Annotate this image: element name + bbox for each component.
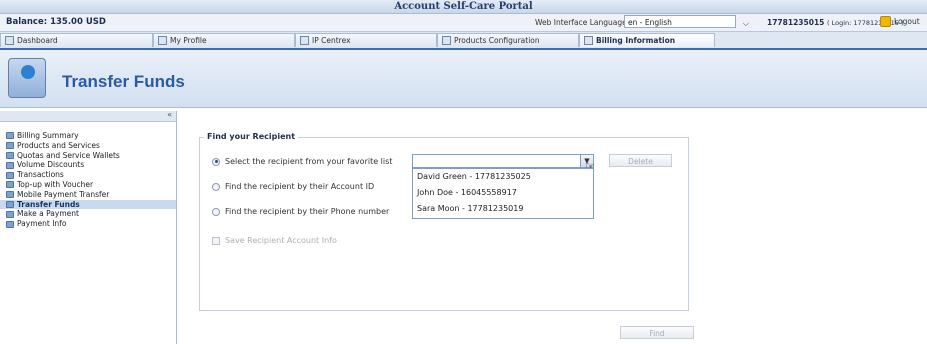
sidebar-item-billing-summary[interactable]: Billing Summary [6, 131, 174, 141]
profile-icon [158, 36, 167, 45]
sidebar-collapse-bar: « [0, 110, 176, 122]
sidebar-item-label: Top-up with Voucher [17, 179, 94, 189]
recipient-dropdown-list: David Green - 17781235025 John Doe - 160… [412, 168, 594, 219]
delete-button[interactable]: Delete [609, 154, 672, 167]
products-config-icon [442, 36, 451, 45]
option-label: Find the recipient by their Account ID [225, 182, 375, 191]
sidebar-item-label: Transfer Funds [17, 199, 80, 209]
save-recipient-label: Save Recipient Account Info [225, 236, 337, 245]
option-phone-number[interactable]: Find the recipient by their Phone number [212, 207, 389, 216]
option-account-id[interactable]: Find the recipient by their Account ID [212, 182, 374, 191]
sidebar-item-payment-info[interactable]: Payment Info [6, 219, 174, 229]
dashboard-icon [5, 36, 14, 45]
recipient-combo[interactable]: ▼ [412, 154, 594, 168]
sidebar-item-transfer-funds[interactable]: Transfer Funds [0, 199, 176, 210]
find-button[interactable]: Find [620, 326, 694, 339]
tab-ip-centrex[interactable]: IP Centrex [295, 33, 437, 47]
tab-products-configuration[interactable]: Products Configuration [437, 33, 579, 47]
language-select[interactable]: en - English ⌵ [624, 15, 749, 28]
balance-text: Balance: 135.00 USD [6, 17, 106, 27]
sidebar-item-quotas[interactable]: Quotas and Service Wallets [6, 151, 174, 161]
collapse-icon[interactable]: « [167, 110, 172, 119]
dropdown-item[interactable]: David Green - 17781235025 [413, 169, 593, 185]
quotas-icon [6, 151, 14, 159]
sidebar: « Billing Summary Products and Services … [0, 110, 177, 344]
billing-summary-icon [6, 132, 14, 140]
language-label: Web Interface Language: [535, 18, 630, 27]
sidebar-item-label: Volume Discounts [17, 160, 85, 170]
tab-label: Products Configuration [454, 35, 540, 45]
radio-favorite-list[interactable] [212, 157, 220, 166]
sidebar-item-products-and-services[interactable]: Products and Services [6, 141, 174, 151]
tab-label: IP Centrex [312, 35, 351, 45]
sidebar-item-volume-discounts[interactable]: Volume Discounts [6, 160, 174, 170]
tab-bar: Dashboard My Profile IP Centrex Products… [0, 32, 927, 50]
save-recipient-option[interactable]: Save Recipient Account Info [212, 236, 337, 245]
portal-title: Account Self-Care Portal [0, 0, 927, 14]
main-content: Find your Recipient Select the recipient… [177, 111, 927, 344]
transactions-icon [6, 171, 14, 179]
option-label: Find the recipient by their Phone number [225, 207, 390, 216]
sidebar-item-label: Transactions [17, 170, 64, 180]
sidebar-item-mobile-payment[interactable]: Mobile Payment Transfer [6, 190, 174, 200]
transfer-funds-icon [8, 58, 46, 98]
tab-dashboard[interactable]: Dashboard [0, 33, 153, 47]
payment-info-icon [6, 220, 14, 228]
language-value: en - English [628, 18, 672, 27]
sidebar-item-label: Quotas and Service Wallets [17, 150, 120, 160]
logout-icon [880, 16, 891, 27]
sidebar-item-label: Mobile Payment Transfer [17, 189, 110, 199]
volume-discounts-icon [6, 161, 14, 169]
tab-label: Dashboard [17, 35, 58, 45]
ip-centrex-icon [300, 36, 309, 45]
info-bar: Balance: 135.00 USD Web Interface Langua… [0, 14, 927, 32]
sidebar-item-label: Make a Payment [17, 209, 79, 219]
sidebar-item-label: Products and Services [17, 140, 100, 150]
sidebar-item-label: Payment Info [17, 219, 67, 229]
page-title: Transfer Funds [62, 72, 185, 91]
transfer-funds-icon [6, 200, 14, 208]
tab-label: Billing Information [596, 35, 676, 45]
chevron-down-icon[interactable]: ⌵ [743, 17, 749, 30]
logout-label: Logout [894, 17, 920, 26]
billing-icon [584, 36, 593, 45]
logout-button[interactable]: Logout [880, 16, 920, 27]
make-payment-icon [6, 210, 14, 218]
tab-my-profile[interactable]: My Profile [153, 33, 295, 47]
option-label: Select the recipient from your favorite … [225, 157, 393, 166]
page-header: Transfer Funds [0, 50, 927, 108]
radio-account-id[interactable] [212, 182, 220, 191]
fieldset-legend: Find your Recipient [204, 132, 299, 141]
tab-label: My Profile [170, 35, 207, 45]
voucher-icon [6, 181, 14, 189]
sidebar-item-transactions[interactable]: Transactions [6, 170, 174, 180]
dropdown-item[interactable]: Sara Moon - 17781235019 [413, 201, 593, 217]
option-favorite-list[interactable]: Select the recipient from your favorite … [212, 157, 392, 166]
mobile-payment-icon [6, 191, 14, 199]
sidebar-item-top-up[interactable]: Top-up with Voucher [6, 180, 174, 190]
products-icon [6, 142, 14, 150]
tab-billing-information[interactable]: Billing Information [579, 33, 715, 47]
dropdown-item[interactable]: John Doe - 16045558917 [413, 185, 593, 201]
radio-phone-number[interactable] [212, 207, 220, 216]
save-recipient-checkbox[interactable] [212, 236, 220, 245]
sidebar-item-label: Billing Summary [17, 131, 79, 140]
account-id: 17781235015 [767, 18, 825, 27]
sidebar-item-make-payment[interactable]: Make a Payment [6, 209, 174, 219]
